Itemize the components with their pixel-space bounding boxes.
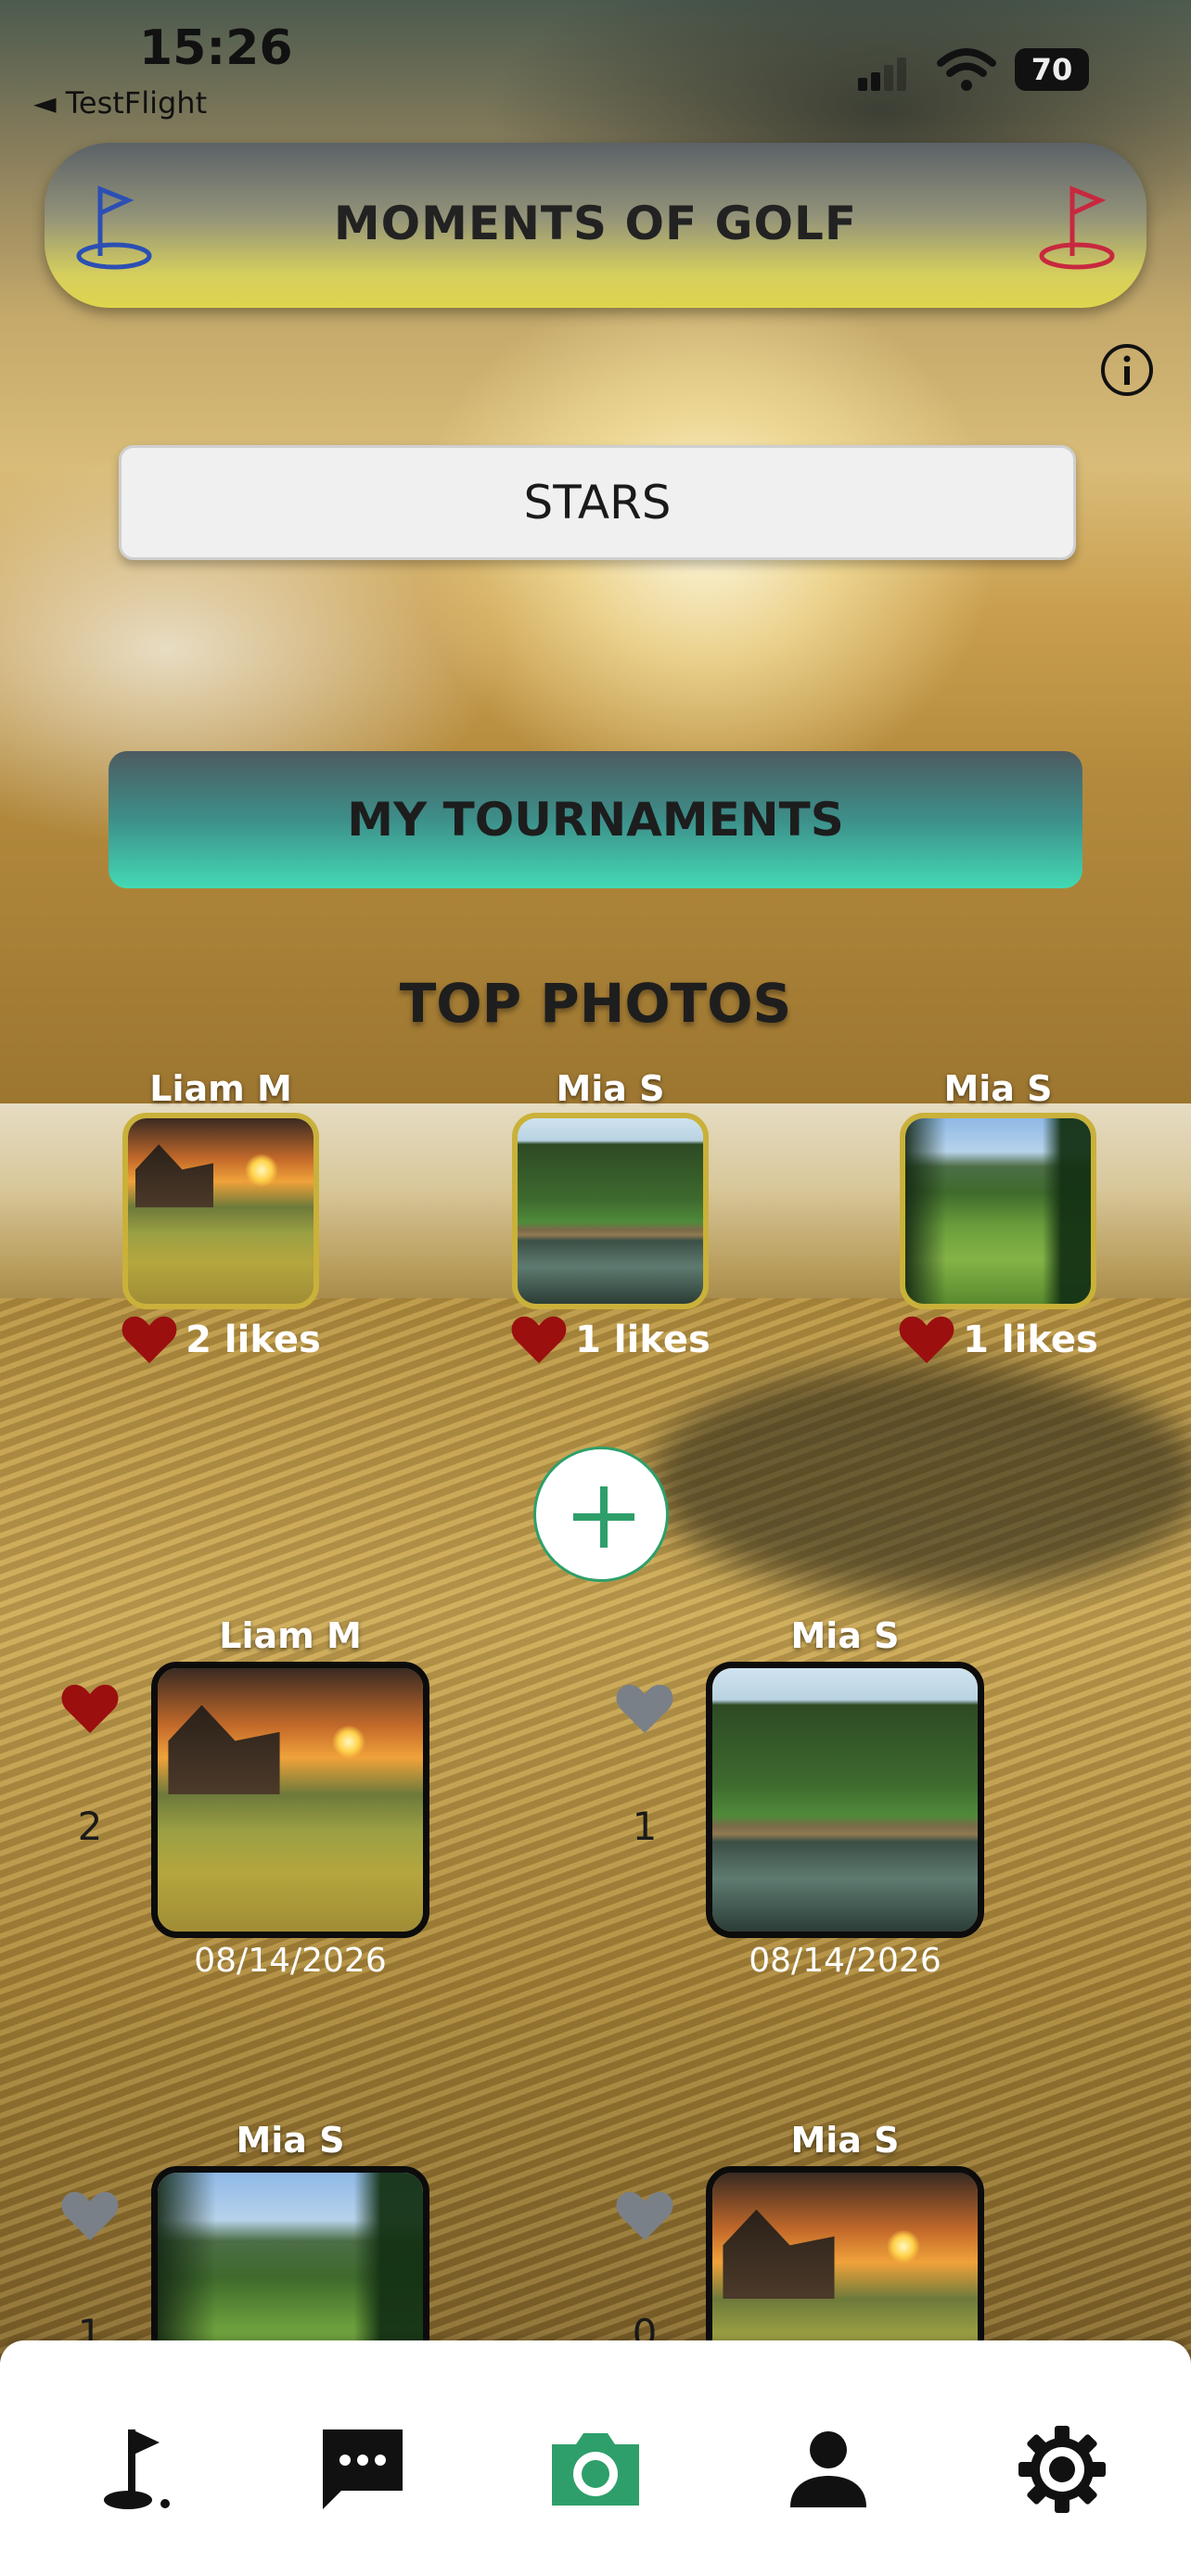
photo-thumbnail[interactable] bbox=[122, 1113, 319, 1309]
status-bar: 15:26 ◄ TestFlight 70 bbox=[0, 0, 1191, 130]
top-photo-item[interactable]: Liam M 2 likes bbox=[109, 1068, 332, 1365]
like-count: 1 bbox=[632, 1804, 658, 1849]
heart-icon bbox=[899, 1316, 954, 1364]
photo-date: 08/14/2026 bbox=[194, 1942, 387, 1980]
like-control[interactable]: 0 bbox=[612, 2190, 677, 2356]
photo-author: Mia S bbox=[790, 2120, 900, 2161]
photo-author: Mia S bbox=[556, 1068, 665, 1109]
chat-icon[interactable] bbox=[312, 2418, 414, 2520]
golf-flag-icon[interactable] bbox=[85, 2418, 187, 2520]
likes-count: 2 likes bbox=[186, 1319, 321, 1361]
heart-icon[interactable] bbox=[60, 2190, 120, 2242]
top-photo-item[interactable]: Mia S 1 likes bbox=[887, 1068, 1109, 1365]
bottom-tab-bar bbox=[0, 2340, 1191, 2576]
photo-author: Mia S bbox=[943, 1068, 1053, 1109]
like-control[interactable]: 1 bbox=[58, 2190, 122, 2356]
top-photo-item[interactable]: Mia S 1 likes bbox=[499, 1068, 722, 1365]
like-control[interactable]: 1 bbox=[612, 1683, 677, 1849]
testflight-back-link[interactable]: ◄ TestFlight bbox=[33, 85, 207, 121]
heart-icon[interactable] bbox=[60, 1683, 120, 1735]
person-icon[interactable] bbox=[777, 2418, 879, 2520]
photo-thumbnail[interactable] bbox=[706, 1662, 984, 1938]
like-control[interactable]: 2 bbox=[58, 1683, 122, 1849]
photo-author: Liam M bbox=[219, 1615, 362, 1656]
gear-icon[interactable] bbox=[1011, 2418, 1113, 2520]
add-photo-button[interactable] bbox=[533, 1447, 669, 1582]
app-header-banner: MOMENTS OF GOLF bbox=[45, 143, 1146, 308]
feed-photo-card[interactable]: Liam M 08/14/2026 bbox=[147, 1615, 434, 1980]
app-title: MOMENTS OF GOLF bbox=[333, 197, 858, 250]
photo-date: 08/14/2026 bbox=[749, 1942, 941, 1980]
battery-icon: 70 bbox=[1015, 48, 1089, 91]
likes-count: 1 likes bbox=[963, 1319, 1098, 1361]
top-photos-title: TOP PHOTOS bbox=[399, 972, 792, 1035]
golf-flag-icon bbox=[1039, 185, 1115, 270]
wifi-icon bbox=[937, 48, 996, 91]
info-icon[interactable] bbox=[1100, 343, 1154, 397]
my-tournaments-button[interactable]: MY TOURNAMENTS bbox=[109, 751, 1082, 888]
photo-author: Mia S bbox=[790, 1615, 900, 1656]
cellular-signal-icon bbox=[858, 54, 914, 91]
plus-icon bbox=[573, 1486, 634, 1548]
photo-author: Mia S bbox=[236, 2120, 345, 2161]
photo-thumbnail[interactable] bbox=[151, 1662, 429, 1938]
heart-icon[interactable] bbox=[615, 1683, 674, 1735]
feed-photo-card[interactable]: Mia S 08/14/2026 bbox=[701, 1615, 989, 1980]
heart-icon bbox=[122, 1316, 177, 1364]
like-count: 2 bbox=[77, 1804, 103, 1849]
status-time: 15:26 bbox=[139, 20, 293, 76]
camera-icon[interactable] bbox=[544, 2418, 647, 2520]
photo-thumbnail[interactable] bbox=[900, 1113, 1096, 1309]
likes-count: 1 likes bbox=[575, 1319, 711, 1361]
heart-icon[interactable] bbox=[615, 2190, 674, 2242]
heart-icon bbox=[511, 1316, 567, 1364]
photo-author: Liam M bbox=[149, 1068, 292, 1109]
photo-thumbnail[interactable] bbox=[512, 1113, 709, 1309]
stars-button[interactable]: STARS bbox=[119, 445, 1076, 560]
